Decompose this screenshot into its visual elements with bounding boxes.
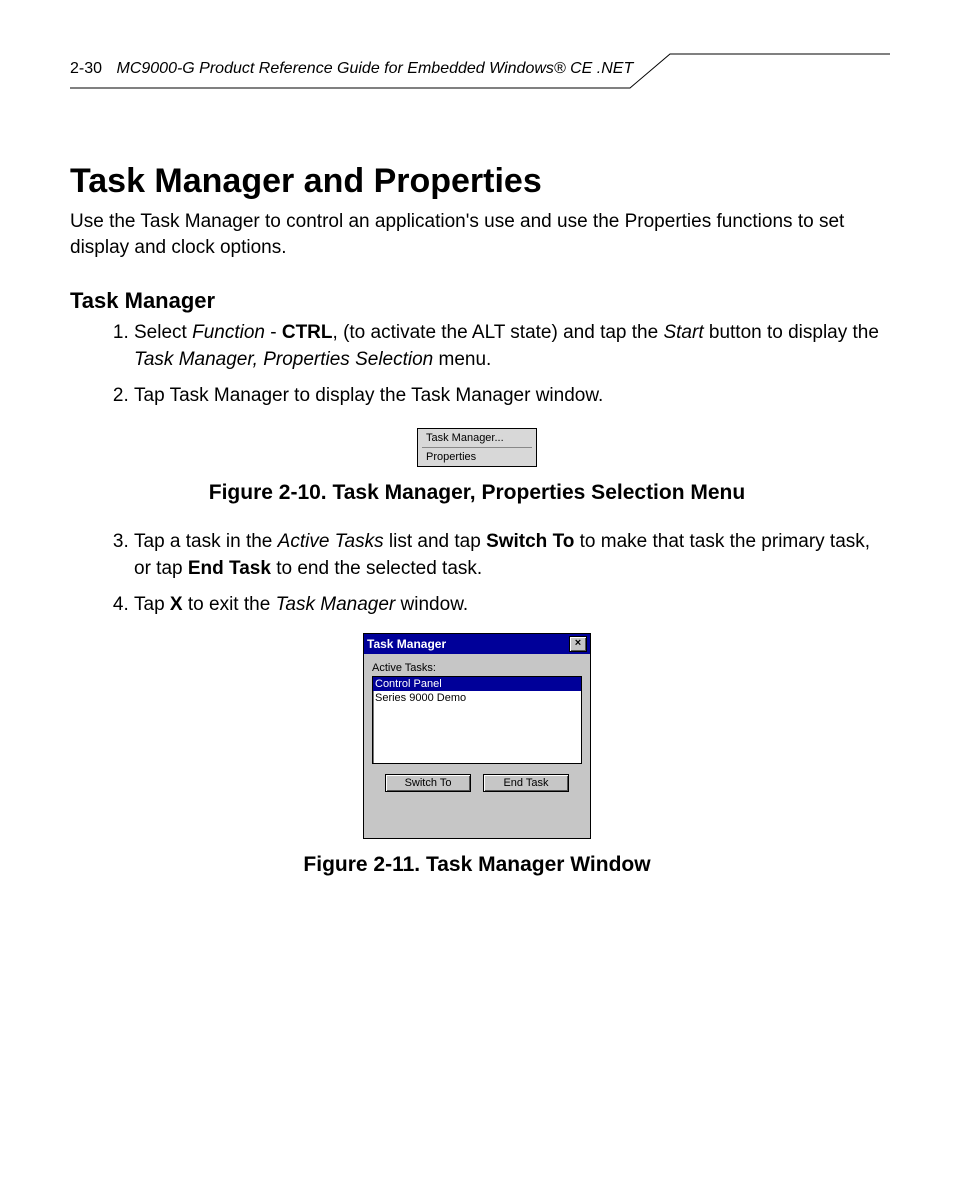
window-body: Active Tasks: Control Panel Series 9000 …: [364, 654, 590, 838]
menu-item-properties[interactable]: Properties: [418, 448, 536, 466]
section-title: Task Manager and Properties: [70, 162, 884, 201]
end-task-button[interactable]: End Task: [483, 774, 569, 792]
close-icon[interactable]: ×: [569, 636, 587, 652]
switch-to-button[interactable]: Switch To: [385, 774, 471, 792]
step-2: Tap Task Manager to display the Task Man…: [134, 383, 884, 410]
figure-2-11-caption: Figure 2-11. Task Manager Window: [70, 853, 884, 877]
window-title-bar: Task Manager ×: [364, 634, 590, 654]
figure-2-10-caption: Figure 2-10. Task Manager, Properties Se…: [70, 481, 884, 505]
document-page: 2-30 MC9000-G Product Reference Guide fo…: [0, 0, 954, 1202]
list-item[interactable]: Control Panel: [373, 677, 581, 691]
header-rule: [70, 88, 884, 112]
step-1: Select Function - CTRL, (to activate the…: [134, 320, 884, 373]
button-row: Switch To End Task: [372, 774, 582, 792]
task-manager-window: Task Manager × Active Tasks: Control Pan…: [363, 633, 591, 839]
section-intro: Use the Task Manager to control an appli…: [70, 209, 884, 260]
window-title: Task Manager: [367, 637, 446, 651]
task-manager-heading: Task Manager: [70, 288, 884, 314]
active-tasks-label: Active Tasks:: [372, 662, 582, 674]
context-menu: Task Manager... Properties: [417, 428, 537, 467]
active-tasks-list[interactable]: Control Panel Series 9000 Demo: [372, 676, 582, 764]
step-3: Tap a task in the Active Tasks list and …: [134, 529, 884, 582]
step-4: Tap X to exit the Task Manager window.: [134, 592, 884, 619]
list-item[interactable]: Series 9000 Demo: [373, 691, 581, 705]
menu-item-task-manager[interactable]: Task Manager...: [418, 429, 536, 447]
